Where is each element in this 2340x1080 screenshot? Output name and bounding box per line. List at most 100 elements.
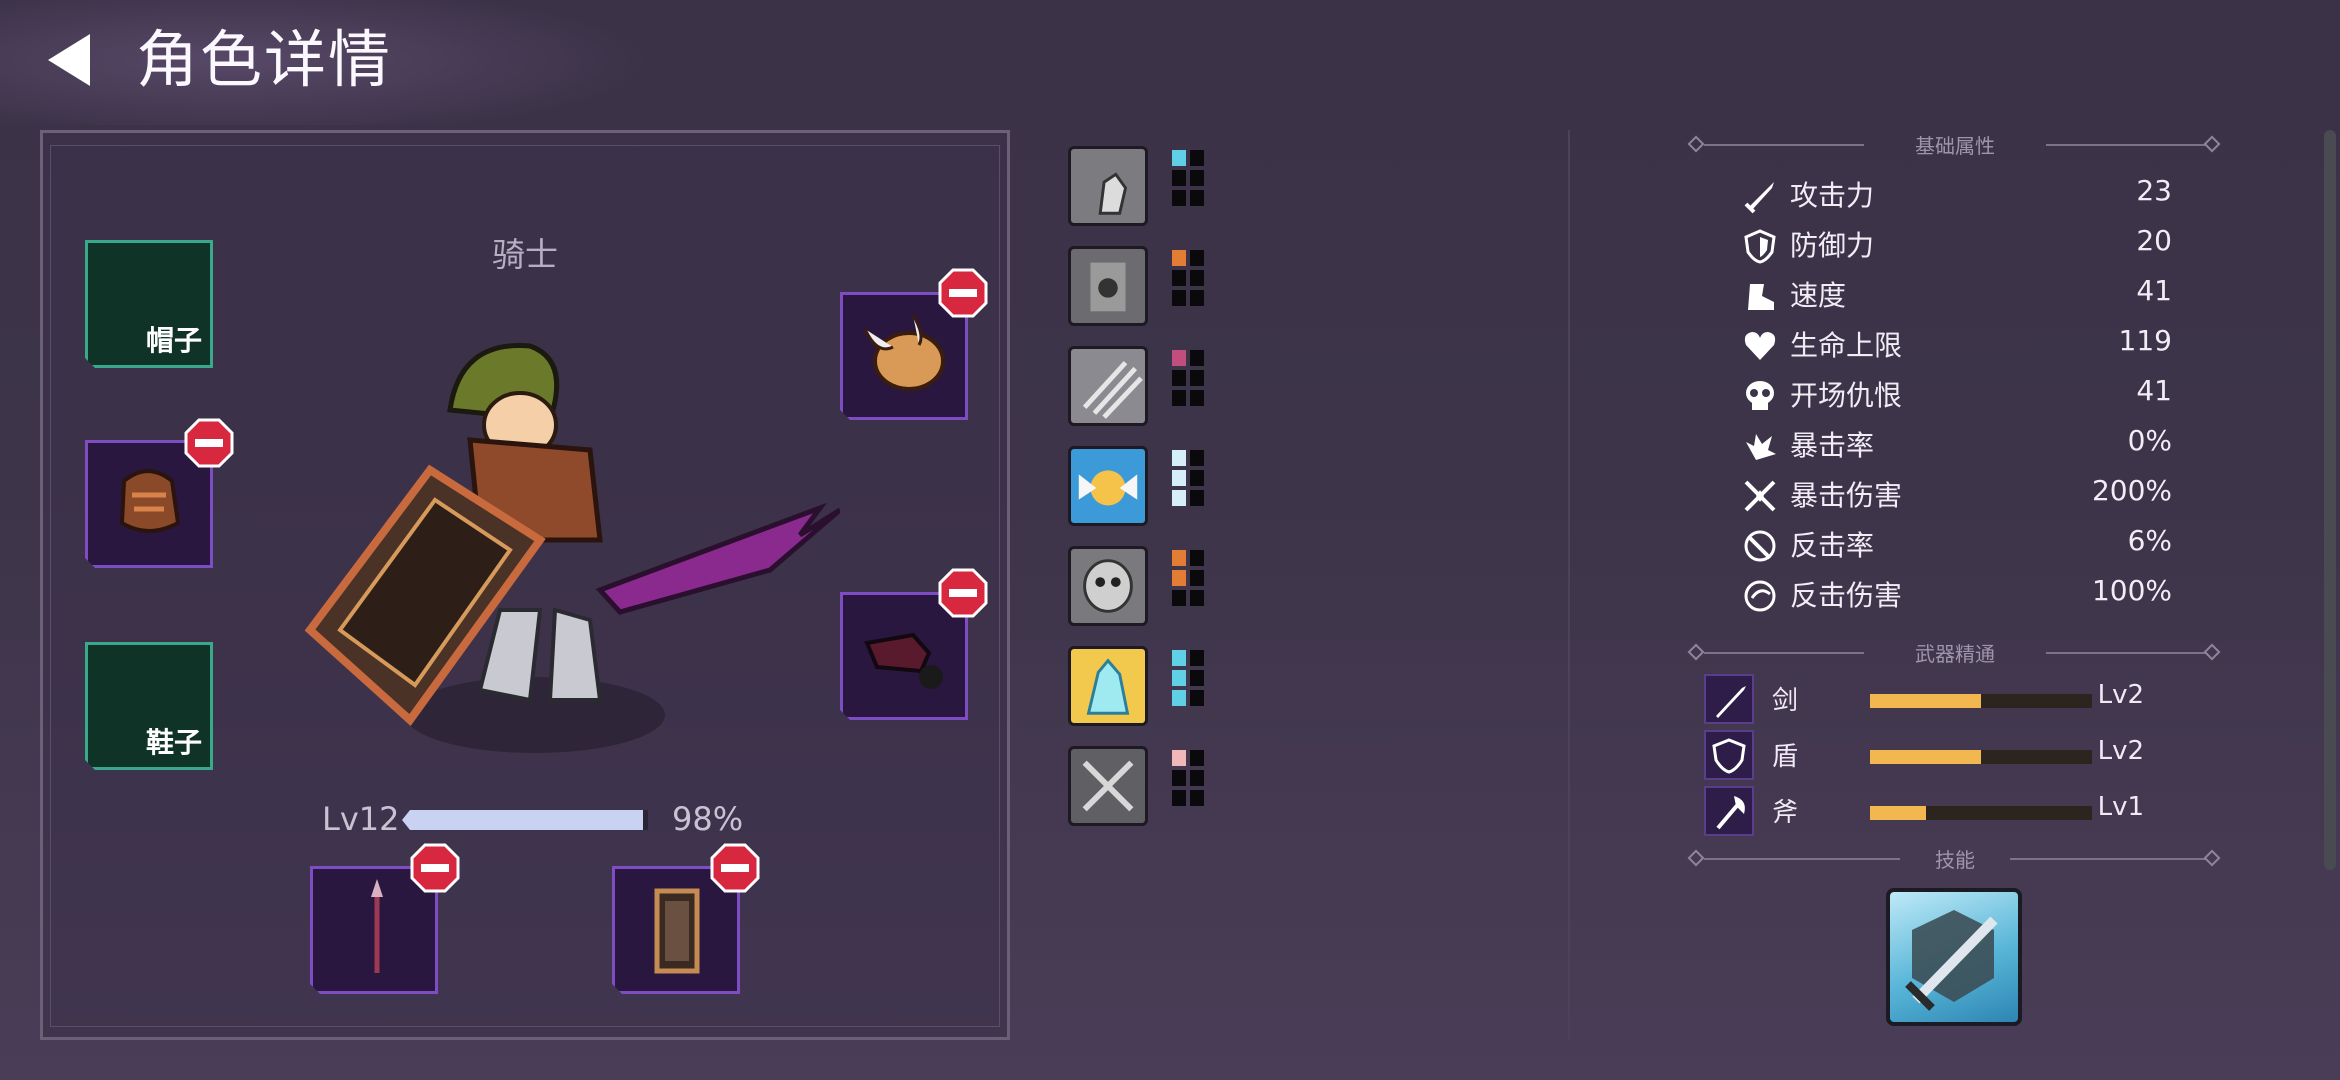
stat-name: 速度 (1790, 279, 1847, 312)
trait-icon (1068, 146, 1148, 226)
stat-row: 暴击伤害 200% (1742, 472, 2172, 520)
mastery-progress-bar (1870, 806, 2092, 820)
stat-name: 攻击力 (1790, 179, 1875, 212)
remove-armor-button[interactable] (184, 418, 234, 468)
mastery-row: 盾 Lv2 (1704, 730, 2184, 782)
trait-icon (1068, 246, 1148, 326)
mastery-name: 剑 (1772, 686, 1799, 716)
trait-pip (1190, 170, 1204, 186)
axe-mastery-icon (1704, 786, 1754, 836)
trait-level-pips (1172, 650, 1208, 724)
trait-pip (1172, 350, 1186, 366)
stat-row: 反击伤害 100% (1742, 572, 2172, 620)
remove-icon (184, 418, 234, 468)
trait-item[interactable] (1068, 346, 1204, 426)
weapon-mastery-header: 武器精通 (1687, 638, 2221, 668)
stat-row: 暴击率 0% (1742, 422, 2172, 470)
stat-row: 速度 41 (1742, 272, 2172, 320)
mastery-progress-fill (1870, 806, 1926, 820)
counter-damage-icon (1744, 580, 1776, 612)
panel-divider (1568, 130, 1570, 1040)
trait-pip (1172, 670, 1186, 686)
mastery-name: 斧 (1772, 798, 1799, 828)
page-title: 角色详情 (136, 23, 393, 96)
trait-pip (1172, 170, 1186, 186)
stat-name: 开场仇恨 (1790, 379, 1903, 412)
stat-name: 防御力 (1790, 229, 1875, 262)
heart-icon (1744, 332, 1776, 360)
trait-pip (1190, 790, 1204, 806)
mastery-row: 斧 Lv1 (1704, 786, 2184, 838)
trait-pip (1190, 250, 1204, 266)
sword-icon (1744, 182, 1774, 214)
trait-pip (1172, 770, 1186, 786)
trait-item[interactable] (1068, 146, 1204, 226)
stat-value: 23 (2136, 174, 2172, 207)
crit-rate-icon (1746, 434, 1776, 460)
trait-pip (1190, 750, 1204, 766)
trait-pip (1172, 490, 1186, 506)
trait-item[interactable] (1068, 446, 1204, 526)
trait-pip (1190, 490, 1204, 506)
back-button[interactable] (42, 30, 102, 90)
trait-pip (1190, 690, 1204, 706)
trait-pip (1172, 590, 1186, 606)
skills-header: 技能 (1687, 844, 2221, 874)
mastery-level: Lv2 (2097, 736, 2144, 766)
trait-icon (1068, 446, 1148, 526)
sword-mastery-icon (1704, 674, 1754, 724)
counter-rate-icon (1744, 530, 1776, 562)
shoes-slot-label: 鞋子 (145, 726, 202, 759)
trait-level-pips (1172, 750, 1208, 824)
mastery-progress-bar (1870, 750, 2092, 764)
trait-pip (1190, 270, 1204, 286)
mastery-progress-fill (1870, 750, 1981, 764)
stat-value: 100% (2091, 574, 2172, 607)
stat-row: 攻击力 23 (1742, 172, 2172, 220)
trait-pip (1172, 190, 1186, 206)
trait-pip (1172, 470, 1186, 486)
trait-item[interactable] (1068, 646, 1204, 726)
back-arrow-icon (48, 34, 90, 86)
knight-character-art (304, 343, 840, 753)
stat-row: 防御力 20 (1742, 222, 2172, 270)
xp-percent: 98% (672, 800, 744, 838)
mastery-progress-bar (1870, 694, 2092, 708)
stats-scrollbar[interactable] (2324, 130, 2336, 870)
remove-offhand-button[interactable] (710, 843, 760, 893)
trait-pip (1172, 690, 1186, 706)
trait-pip (1172, 290, 1186, 306)
shoes-slot[interactable]: 鞋子 (85, 642, 213, 770)
trait-pip (1190, 350, 1204, 366)
xp-bar-fill (402, 810, 644, 830)
remove-accessory-button[interactable] (938, 268, 988, 318)
stat-name: 反击伤害 (1790, 579, 1903, 612)
skill-card[interactable] (1886, 888, 2022, 1026)
trait-pip (1190, 670, 1204, 686)
trait-item[interactable] (1068, 546, 1204, 626)
stat-row: 生命上限 119 (1742, 322, 2172, 370)
trait-pip (1190, 770, 1204, 786)
trait-icon (1068, 346, 1148, 426)
remove-icon (710, 843, 760, 893)
hat-slot[interactable]: 帽子 (85, 240, 213, 368)
stat-name: 反击率 (1790, 529, 1875, 562)
stat-value: 200% (2091, 474, 2172, 507)
trait-pip (1172, 390, 1186, 406)
stat-row: 开场仇恨 41 (1742, 372, 2172, 420)
crit-damage-icon (1744, 480, 1776, 512)
trait-level-pips (1172, 550, 1208, 624)
stat-value: 41 (2136, 274, 2172, 307)
trait-pip (1190, 590, 1204, 606)
trait-item[interactable] (1068, 246, 1204, 326)
stat-value: 119 (2118, 324, 2172, 357)
stat-value: 0% (2127, 424, 2172, 457)
remove-icon (938, 268, 988, 318)
remove-gloves-button[interactable] (938, 568, 988, 618)
remove-icon (938, 568, 988, 618)
trait-level-pips (1172, 150, 1208, 224)
remove-weapon-button[interactable] (410, 843, 460, 893)
trait-level-pips (1172, 250, 1208, 324)
trait-pip (1190, 450, 1204, 466)
trait-item[interactable] (1068, 746, 1204, 826)
